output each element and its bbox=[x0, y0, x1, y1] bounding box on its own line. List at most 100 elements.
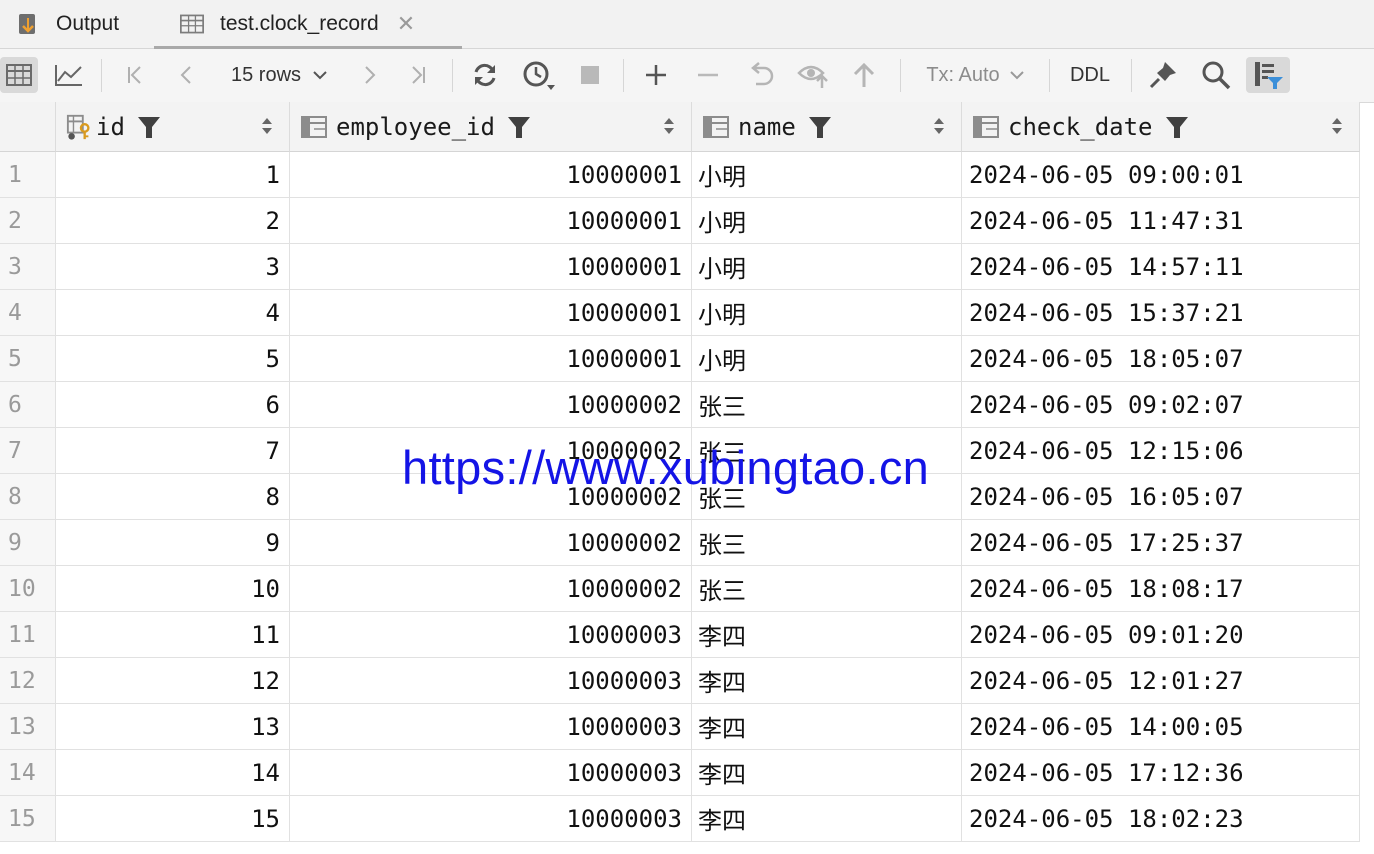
cell-employee-id[interactable]: 10000002 bbox=[290, 382, 692, 428]
cell-name[interactable]: 小明 bbox=[692, 152, 962, 198]
cell-check-date[interactable]: 2024-06-05 17:12:36 bbox=[962, 750, 1360, 796]
cell-check-date[interactable]: 2024-06-05 16:05:07 bbox=[962, 474, 1360, 520]
cell-check-date[interactable]: 2024-06-05 12:15:06 bbox=[962, 428, 1360, 474]
cell-employee-id[interactable]: 10000003 bbox=[290, 658, 692, 704]
delete-row-button[interactable] bbox=[690, 57, 726, 93]
cell-id[interactable]: 8 bbox=[56, 474, 290, 520]
column-header-id[interactable]: id bbox=[56, 102, 290, 152]
cell-id[interactable]: 2 bbox=[56, 198, 290, 244]
cell-employee-id[interactable]: 10000002 bbox=[290, 566, 692, 612]
cell-name[interactable]: 李四 bbox=[692, 612, 962, 658]
preview-changes-button[interactable] bbox=[794, 57, 832, 93]
ddl-button[interactable]: DDL bbox=[1060, 57, 1120, 93]
filter-icon[interactable] bbox=[808, 115, 832, 139]
table-row[interactable]: 3 3 10000001 小明 2024-06-05 14:57:11 bbox=[0, 244, 1374, 290]
cell-id[interactable]: 13 bbox=[56, 704, 290, 750]
sort-icon[interactable] bbox=[261, 116, 273, 141]
cell-name[interactable]: 李四 bbox=[692, 750, 962, 796]
page-size-dropdown[interactable]: 15 rows bbox=[220, 57, 340, 93]
tab-output[interactable]: Output bbox=[16, 0, 119, 48]
cell-check-date[interactable]: 2024-06-05 18:08:17 bbox=[962, 566, 1360, 612]
cell-employee-id[interactable]: 10000003 bbox=[290, 704, 692, 750]
cell-employee-id[interactable]: 10000001 bbox=[290, 152, 692, 198]
first-page-button[interactable] bbox=[117, 57, 153, 93]
table-row[interactable]: 1 1 10000001 小明 2024-06-05 09:00:01 bbox=[0, 152, 1374, 198]
cell-employee-id[interactable]: 10000003 bbox=[290, 796, 692, 842]
cell-check-date[interactable]: 2024-06-05 09:00:01 bbox=[962, 152, 1360, 198]
cell-id[interactable]: 9 bbox=[56, 520, 290, 566]
filter-icon[interactable] bbox=[137, 115, 161, 139]
sort-icon[interactable] bbox=[1331, 116, 1343, 141]
submit-button[interactable] bbox=[846, 57, 882, 93]
cell-id[interactable]: 14 bbox=[56, 750, 290, 796]
table-row[interactable]: 11 11 10000003 李四 2024-06-05 09:01:20 bbox=[0, 612, 1374, 658]
cell-name[interactable]: 张三 bbox=[692, 382, 962, 428]
cell-id[interactable]: 1 bbox=[56, 152, 290, 198]
sort-icon[interactable] bbox=[663, 116, 675, 141]
cell-employee-id[interactable]: 10000003 bbox=[290, 750, 692, 796]
table-row[interactable]: 4 4 10000001 小明 2024-06-05 15:37:21 bbox=[0, 290, 1374, 336]
cell-name[interactable]: 李四 bbox=[692, 796, 962, 842]
cell-id[interactable]: 6 bbox=[56, 382, 290, 428]
table-row[interactable]: 10 10 10000002 张三 2024-06-05 18:08:17 bbox=[0, 566, 1374, 612]
cell-check-date[interactable]: 2024-06-05 18:05:07 bbox=[962, 336, 1360, 382]
cell-check-date[interactable]: 2024-06-05 11:47:31 bbox=[962, 198, 1360, 244]
table-row[interactable]: 5 5 10000001 小明 2024-06-05 18:05:07 bbox=[0, 336, 1374, 382]
table-view-button[interactable] bbox=[0, 57, 38, 93]
cell-check-date[interactable]: 2024-06-05 09:02:07 bbox=[962, 382, 1360, 428]
cell-id[interactable]: 11 bbox=[56, 612, 290, 658]
cell-id[interactable]: 5 bbox=[56, 336, 290, 382]
revert-button[interactable] bbox=[743, 57, 779, 93]
transaction-mode-dropdown[interactable]: Tx: Auto bbox=[916, 57, 1036, 93]
cell-id[interactable]: 3 bbox=[56, 244, 290, 290]
cell-name[interactable]: 小明 bbox=[692, 290, 962, 336]
pin-tab-button[interactable] bbox=[1144, 57, 1182, 93]
cell-check-date[interactable]: 2024-06-05 09:01:20 bbox=[962, 612, 1360, 658]
cell-id[interactable]: 12 bbox=[56, 658, 290, 704]
chart-view-button[interactable] bbox=[50, 57, 88, 93]
cell-check-date[interactable]: 2024-06-05 12:01:27 bbox=[962, 658, 1360, 704]
cell-id[interactable]: 7 bbox=[56, 428, 290, 474]
table-row[interactable]: 12 12 10000003 李四 2024-06-05 12:01:27 bbox=[0, 658, 1374, 704]
last-page-button[interactable] bbox=[400, 57, 436, 93]
table-row[interactable]: 13 13 10000003 李四 2024-06-05 14:00:05 bbox=[0, 704, 1374, 750]
cell-employee-id[interactable]: 10000001 bbox=[290, 290, 692, 336]
cell-name[interactable]: 小明 bbox=[692, 336, 962, 382]
close-tab-icon[interactable]: ✕ bbox=[397, 11, 415, 37]
cell-employee-id[interactable]: 10000001 bbox=[290, 198, 692, 244]
search-button[interactable] bbox=[1196, 57, 1236, 93]
cell-check-date[interactable]: 2024-06-05 15:37:21 bbox=[962, 290, 1360, 336]
column-header-employee-id[interactable]: employee_id bbox=[290, 102, 692, 152]
cell-check-date[interactable]: 2024-06-05 14:57:11 bbox=[962, 244, 1360, 290]
table-row[interactable]: 15 15 10000003 李四 2024-06-05 18:02:23 bbox=[0, 796, 1374, 842]
cell-name[interactable]: 小明 bbox=[692, 244, 962, 290]
history-button[interactable] bbox=[518, 57, 558, 93]
tab-clock-record[interactable]: test.clock_record ✕ bbox=[154, 0, 462, 49]
cell-employee-id[interactable]: 10000001 bbox=[290, 336, 692, 382]
cell-name[interactable]: 李四 bbox=[692, 658, 962, 704]
table-row[interactable]: 6 6 10000002 张三 2024-06-05 09:02:07 bbox=[0, 382, 1374, 428]
cell-check-date[interactable]: 2024-06-05 17:25:37 bbox=[962, 520, 1360, 566]
cell-employee-id[interactable]: 10000002 bbox=[290, 520, 692, 566]
table-row[interactable]: 2 2 10000001 小明 2024-06-05 11:47:31 bbox=[0, 198, 1374, 244]
cell-check-date[interactable]: 2024-06-05 18:02:23 bbox=[962, 796, 1360, 842]
cell-name[interactable]: 张三 bbox=[692, 566, 962, 612]
cell-employee-id[interactable]: 10000001 bbox=[290, 244, 692, 290]
stop-button[interactable] bbox=[572, 57, 608, 93]
table-row[interactable]: 9 9 10000002 张三 2024-06-05 17:25:37 bbox=[0, 520, 1374, 566]
cell-id[interactable]: 4 bbox=[56, 290, 290, 336]
sort-icon[interactable] bbox=[933, 116, 945, 141]
column-header-check-date[interactable]: check_date bbox=[962, 102, 1360, 152]
cell-id[interactable]: 10 bbox=[56, 566, 290, 612]
filter-panel-toggle[interactable] bbox=[1246, 57, 1290, 93]
column-header-name[interactable]: name bbox=[692, 102, 962, 152]
cell-employee-id[interactable]: 10000003 bbox=[290, 612, 692, 658]
next-page-button[interactable] bbox=[352, 57, 386, 93]
refresh-button[interactable] bbox=[466, 57, 504, 93]
cell-id[interactable]: 15 bbox=[56, 796, 290, 842]
previous-page-button[interactable] bbox=[170, 57, 204, 93]
cell-check-date[interactable]: 2024-06-05 14:00:05 bbox=[962, 704, 1360, 750]
add-row-button[interactable] bbox=[638, 57, 674, 93]
filter-icon[interactable] bbox=[507, 115, 531, 139]
cell-name[interactable]: 张三 bbox=[692, 520, 962, 566]
